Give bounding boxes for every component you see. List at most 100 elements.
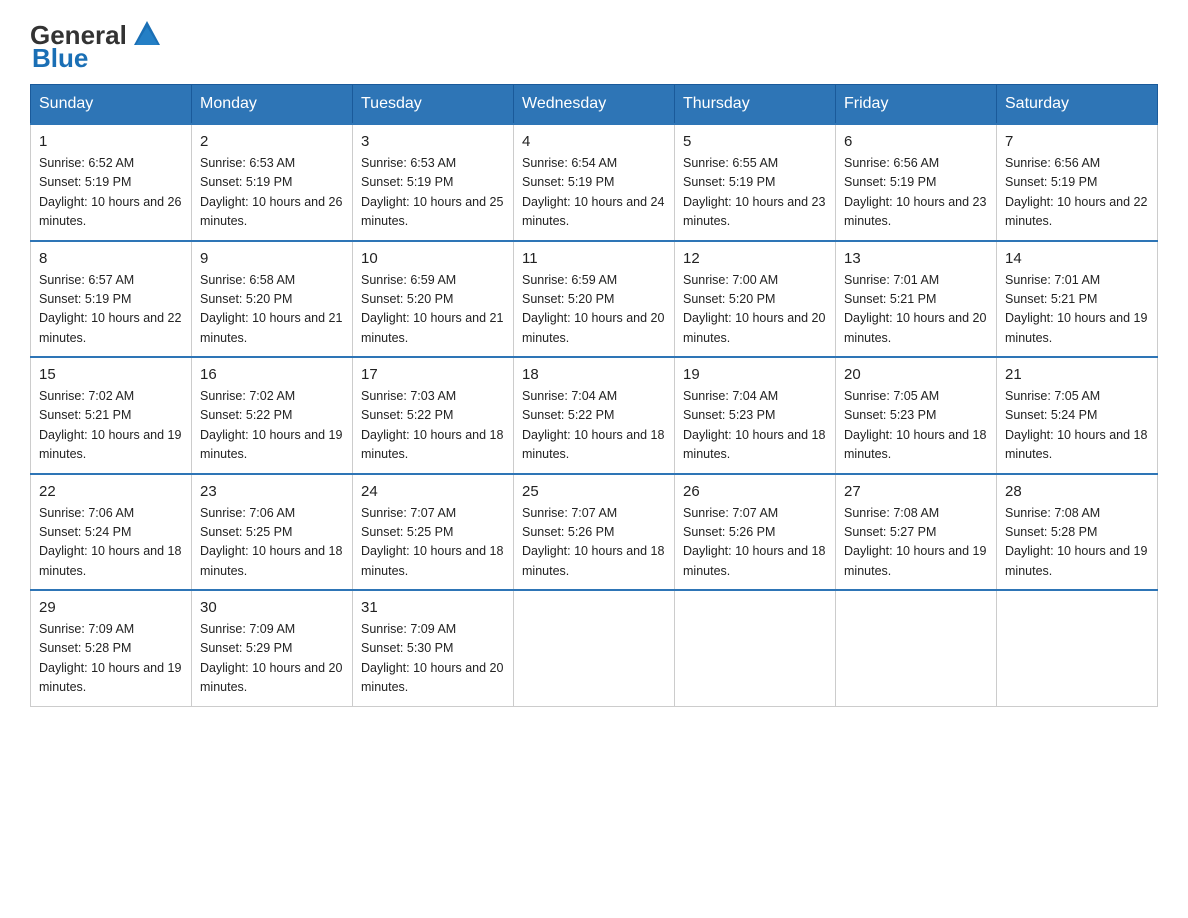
day-cell: 7 Sunrise: 6:56 AMSunset: 5:19 PMDayligh… [997, 124, 1158, 241]
day-info: Sunrise: 6:56 AMSunset: 5:19 PMDaylight:… [1005, 154, 1149, 232]
col-header-thursday: Thursday [675, 85, 836, 125]
day-info: Sunrise: 7:06 AMSunset: 5:24 PMDaylight:… [39, 504, 183, 582]
day-info: Sunrise: 6:53 AMSunset: 5:19 PMDaylight:… [200, 154, 344, 232]
day-info: Sunrise: 7:07 AMSunset: 5:26 PMDaylight:… [683, 504, 827, 582]
day-number: 30 [200, 599, 344, 616]
day-number: 31 [361, 599, 505, 616]
day-cell: 2 Sunrise: 6:53 AMSunset: 5:19 PMDayligh… [192, 124, 353, 241]
day-cell: 23 Sunrise: 7:06 AMSunset: 5:25 PMDaylig… [192, 474, 353, 591]
day-cell: 25 Sunrise: 7:07 AMSunset: 5:26 PMDaylig… [514, 474, 675, 591]
day-number: 1 [39, 133, 183, 150]
day-number: 4 [522, 133, 666, 150]
day-cell [997, 590, 1158, 706]
day-info: Sunrise: 6:52 AMSunset: 5:19 PMDaylight:… [39, 154, 183, 232]
day-cell: 17 Sunrise: 7:03 AMSunset: 5:22 PMDaylig… [353, 357, 514, 474]
day-number: 20 [844, 366, 988, 383]
day-info: Sunrise: 6:59 AMSunset: 5:20 PMDaylight:… [361, 271, 505, 349]
day-number: 12 [683, 250, 827, 267]
day-info: Sunrise: 7:04 AMSunset: 5:23 PMDaylight:… [683, 387, 827, 465]
day-info: Sunrise: 7:01 AMSunset: 5:21 PMDaylight:… [844, 271, 988, 349]
day-info: Sunrise: 7:06 AMSunset: 5:25 PMDaylight:… [200, 504, 344, 582]
day-number: 13 [844, 250, 988, 267]
day-number: 29 [39, 599, 183, 616]
day-cell: 10 Sunrise: 6:59 AMSunset: 5:20 PMDaylig… [353, 241, 514, 358]
day-number: 7 [1005, 133, 1149, 150]
day-info: Sunrise: 6:57 AMSunset: 5:19 PMDaylight:… [39, 271, 183, 349]
day-cell: 22 Sunrise: 7:06 AMSunset: 5:24 PMDaylig… [31, 474, 192, 591]
day-cell [836, 590, 997, 706]
day-cell: 15 Sunrise: 7:02 AMSunset: 5:21 PMDaylig… [31, 357, 192, 474]
day-number: 3 [361, 133, 505, 150]
col-header-sunday: Sunday [31, 85, 192, 125]
day-cell: 20 Sunrise: 7:05 AMSunset: 5:23 PMDaylig… [836, 357, 997, 474]
day-info: Sunrise: 6:58 AMSunset: 5:20 PMDaylight:… [200, 271, 344, 349]
day-info: Sunrise: 6:59 AMSunset: 5:20 PMDaylight:… [522, 271, 666, 349]
day-info: Sunrise: 7:07 AMSunset: 5:25 PMDaylight:… [361, 504, 505, 582]
day-cell: 26 Sunrise: 7:07 AMSunset: 5:26 PMDaylig… [675, 474, 836, 591]
day-cell: 4 Sunrise: 6:54 AMSunset: 5:19 PMDayligh… [514, 124, 675, 241]
week-row-3: 15 Sunrise: 7:02 AMSunset: 5:21 PMDaylig… [31, 357, 1158, 474]
day-number: 8 [39, 250, 183, 267]
day-cell: 14 Sunrise: 7:01 AMSunset: 5:21 PMDaylig… [997, 241, 1158, 358]
day-info: Sunrise: 7:09 AMSunset: 5:29 PMDaylight:… [200, 620, 344, 698]
day-cell: 6 Sunrise: 6:56 AMSunset: 5:19 PMDayligh… [836, 124, 997, 241]
day-number: 18 [522, 366, 666, 383]
day-number: 26 [683, 483, 827, 500]
day-cell: 21 Sunrise: 7:05 AMSunset: 5:24 PMDaylig… [997, 357, 1158, 474]
day-cell: 29 Sunrise: 7:09 AMSunset: 5:28 PMDaylig… [31, 590, 192, 706]
col-header-monday: Monday [192, 85, 353, 125]
day-cell: 19 Sunrise: 7:04 AMSunset: 5:23 PMDaylig… [675, 357, 836, 474]
day-cell: 1 Sunrise: 6:52 AMSunset: 5:19 PMDayligh… [31, 124, 192, 241]
day-number: 22 [39, 483, 183, 500]
day-number: 11 [522, 250, 666, 267]
day-number: 19 [683, 366, 827, 383]
day-number: 25 [522, 483, 666, 500]
day-number: 23 [200, 483, 344, 500]
day-number: 14 [1005, 250, 1149, 267]
day-number: 2 [200, 133, 344, 150]
week-row-2: 8 Sunrise: 6:57 AMSunset: 5:19 PMDayligh… [31, 241, 1158, 358]
day-cell: 30 Sunrise: 7:09 AMSunset: 5:29 PMDaylig… [192, 590, 353, 706]
day-info: Sunrise: 7:05 AMSunset: 5:24 PMDaylight:… [1005, 387, 1149, 465]
day-cell: 3 Sunrise: 6:53 AMSunset: 5:19 PMDayligh… [353, 124, 514, 241]
day-info: Sunrise: 6:53 AMSunset: 5:19 PMDaylight:… [361, 154, 505, 232]
week-row-4: 22 Sunrise: 7:06 AMSunset: 5:24 PMDaylig… [31, 474, 1158, 591]
week-row-5: 29 Sunrise: 7:09 AMSunset: 5:28 PMDaylig… [31, 590, 1158, 706]
col-header-saturday: Saturday [997, 85, 1158, 125]
day-info: Sunrise: 6:54 AMSunset: 5:19 PMDaylight:… [522, 154, 666, 232]
day-info: Sunrise: 7:08 AMSunset: 5:27 PMDaylight:… [844, 504, 988, 582]
day-number: 21 [1005, 366, 1149, 383]
calendar-header-row: SundayMondayTuesdayWednesdayThursdayFrid… [31, 85, 1158, 125]
day-number: 9 [200, 250, 344, 267]
day-info: Sunrise: 7:03 AMSunset: 5:22 PMDaylight:… [361, 387, 505, 465]
day-cell: 11 Sunrise: 6:59 AMSunset: 5:20 PMDaylig… [514, 241, 675, 358]
day-cell: 9 Sunrise: 6:58 AMSunset: 5:20 PMDayligh… [192, 241, 353, 358]
logo-blue: Blue [32, 43, 88, 74]
day-info: Sunrise: 7:09 AMSunset: 5:28 PMDaylight:… [39, 620, 183, 698]
day-info: Sunrise: 6:55 AMSunset: 5:19 PMDaylight:… [683, 154, 827, 232]
day-cell: 27 Sunrise: 7:08 AMSunset: 5:27 PMDaylig… [836, 474, 997, 591]
day-cell: 5 Sunrise: 6:55 AMSunset: 5:19 PMDayligh… [675, 124, 836, 241]
col-header-tuesday: Tuesday [353, 85, 514, 125]
logo-icon [130, 17, 164, 51]
day-number: 28 [1005, 483, 1149, 500]
day-cell: 31 Sunrise: 7:09 AMSunset: 5:30 PMDaylig… [353, 590, 514, 706]
day-info: Sunrise: 7:02 AMSunset: 5:22 PMDaylight:… [200, 387, 344, 465]
day-number: 24 [361, 483, 505, 500]
day-info: Sunrise: 7:04 AMSunset: 5:22 PMDaylight:… [522, 387, 666, 465]
day-number: 5 [683, 133, 827, 150]
logo: General Blue [30, 20, 164, 74]
day-cell [514, 590, 675, 706]
day-number: 6 [844, 133, 988, 150]
day-cell: 24 Sunrise: 7:07 AMSunset: 5:25 PMDaylig… [353, 474, 514, 591]
page-header: General Blue [30, 20, 1158, 74]
day-number: 10 [361, 250, 505, 267]
day-info: Sunrise: 7:09 AMSunset: 5:30 PMDaylight:… [361, 620, 505, 698]
day-number: 16 [200, 366, 344, 383]
day-info: Sunrise: 7:02 AMSunset: 5:21 PMDaylight:… [39, 387, 183, 465]
col-header-friday: Friday [836, 85, 997, 125]
day-cell: 8 Sunrise: 6:57 AMSunset: 5:19 PMDayligh… [31, 241, 192, 358]
day-info: Sunrise: 7:07 AMSunset: 5:26 PMDaylight:… [522, 504, 666, 582]
day-cell: 12 Sunrise: 7:00 AMSunset: 5:20 PMDaylig… [675, 241, 836, 358]
day-cell [675, 590, 836, 706]
